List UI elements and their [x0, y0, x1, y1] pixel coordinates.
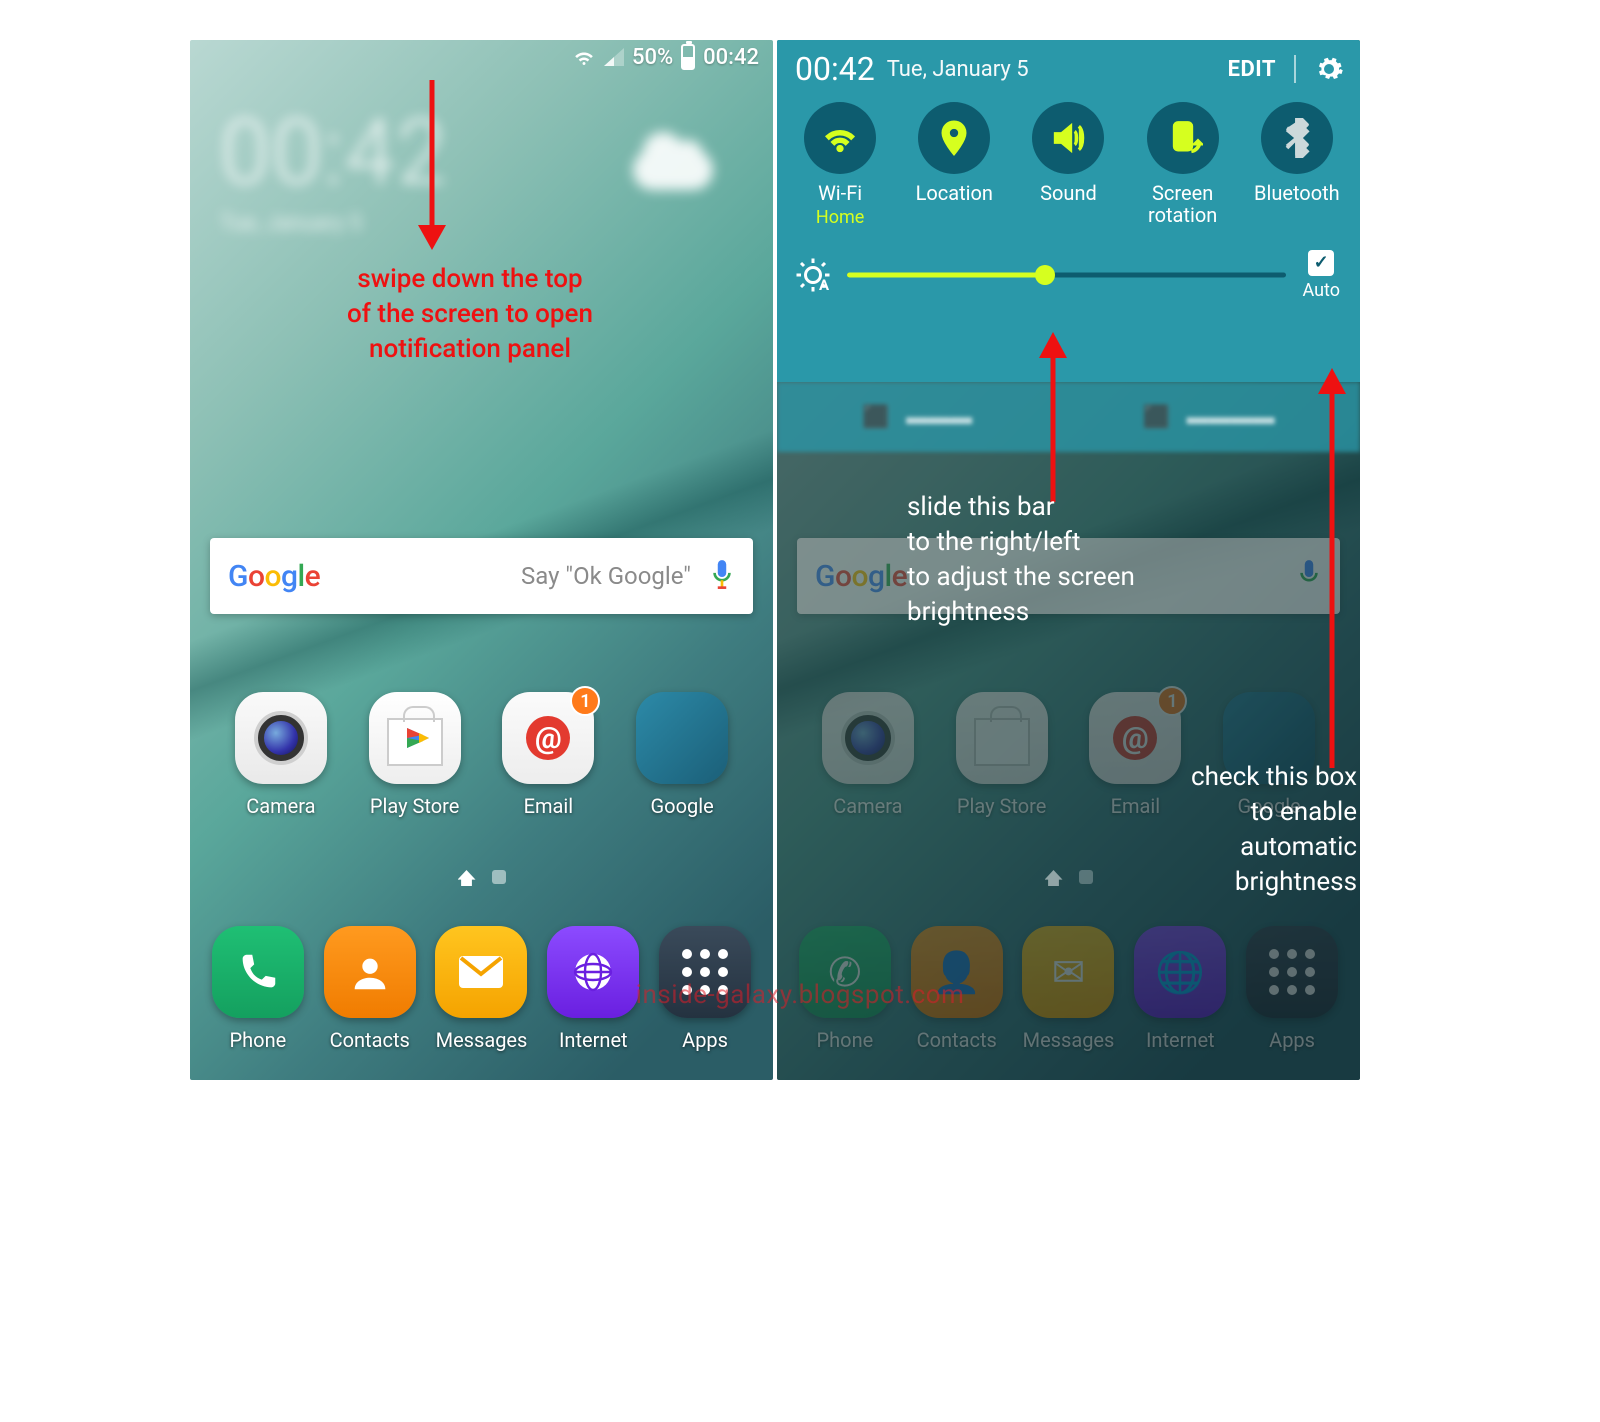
notification-panel: 00:42 Tue, January 5 EDIT Wi-Fi Home — [777, 40, 1360, 382]
app-contacts[interactable]: Contacts — [314, 926, 426, 1052]
dock-dimmed: ✆Phone 👤Contacts ✉Messages 🌐Internet App… — [777, 926, 1360, 1052]
wifi-icon — [804, 102, 876, 174]
dock: Phone Contacts Messages Internet Apps — [190, 926, 773, 1052]
toggle-sound[interactable]: Sound — [1013, 102, 1123, 228]
phone-home: 50% 00:42 00:42 Tue, January 5 swipe dow… — [190, 40, 773, 1080]
email-badge: 1 — [570, 686, 600, 716]
phone-icon — [212, 926, 304, 1018]
wifi-network: Home — [816, 208, 864, 228]
battery-icon — [681, 44, 695, 70]
signal-icon — [604, 48, 624, 66]
brightness-row: A ✓ Auto — [777, 236, 1360, 319]
wifi-icon — [572, 47, 596, 67]
app-email[interactable]: @ 1 Email — [488, 692, 608, 818]
app-camera[interactable]: Camera — [221, 692, 341, 818]
app-row: Camera Play Store @ 1 Email — [190, 692, 773, 818]
app-internet[interactable]: Internet — [537, 926, 649, 1052]
home-page-dot — [458, 870, 476, 886]
page-dot — [492, 870, 506, 884]
annotation-arrow-auto — [1312, 368, 1352, 768]
email-icon: @ 1 — [502, 692, 594, 784]
google-logo: Google — [228, 559, 320, 594]
folder-icon — [636, 692, 728, 784]
internet-icon — [547, 926, 639, 1018]
app-apps[interactable]: Apps — [649, 926, 761, 1052]
location-icon — [918, 102, 990, 174]
rotation-icon — [1147, 102, 1219, 174]
app-phone[interactable]: Phone — [202, 926, 314, 1052]
annotation-slider: slide this bar to the right/left to adju… — [907, 490, 1227, 630]
annotation-swipe-down: swipe down the top of the screen to open… — [260, 262, 680, 367]
search-hint: Say "Ok Google" — [521, 562, 691, 590]
bluetooth-icon — [1261, 102, 1333, 174]
status-time: 00:42 — [703, 45, 759, 70]
contacts-icon — [324, 926, 416, 1018]
app-play-store[interactable]: Play Store — [355, 692, 475, 818]
status-bar: 50% 00:42 — [572, 44, 759, 70]
quick-settings: Wi-Fi Home Location Sound Screen rotatio… — [777, 92, 1360, 236]
mic-icon[interactable] — [709, 558, 735, 594]
annotation-arrow-slider — [1033, 332, 1073, 502]
panel-time: 00:42 — [795, 50, 875, 88]
battery-percent: 50% — [632, 45, 673, 70]
auto-brightness-checkbox[interactable]: ✓ Auto — [1302, 250, 1340, 301]
google-search-bar[interactable]: Google Say "Ok Google" — [210, 538, 753, 614]
edit-button[interactable]: EDIT — [1228, 57, 1276, 82]
checkbox-icon: ✓ — [1308, 250, 1334, 276]
messages-icon — [435, 926, 527, 1018]
settings-icon[interactable] — [1314, 54, 1344, 84]
toggle-wifi[interactable]: Wi-Fi Home — [785, 102, 895, 228]
brightness-auto-icon: A — [795, 257, 831, 293]
app-messages[interactable]: Messages — [426, 926, 538, 1052]
annotation-auto: check this box to enable automatic brigh… — [1137, 760, 1357, 900]
toggle-location[interactable]: Location — [899, 102, 1009, 228]
weather-icon[interactable] — [603, 120, 713, 190]
phone-panel: Google . Camera Play Store @1Email Googl… — [777, 40, 1360, 1080]
annotation-arrow-down — [412, 80, 452, 250]
panel-date: Tue, January 5 — [887, 57, 1029, 82]
camera-icon — [235, 692, 327, 784]
play-store-icon — [369, 692, 461, 784]
svg-text:A: A — [819, 276, 830, 293]
page-indicator[interactable] — [190, 870, 773, 886]
apps-icon — [659, 926, 751, 1018]
app-google-folder[interactable]: Google — [622, 692, 742, 818]
toggle-bluetooth[interactable]: Bluetooth — [1242, 102, 1352, 228]
sound-icon — [1032, 102, 1104, 174]
toggle-rotation[interactable]: Screen rotation — [1128, 102, 1238, 228]
brightness-slider[interactable] — [847, 263, 1286, 287]
